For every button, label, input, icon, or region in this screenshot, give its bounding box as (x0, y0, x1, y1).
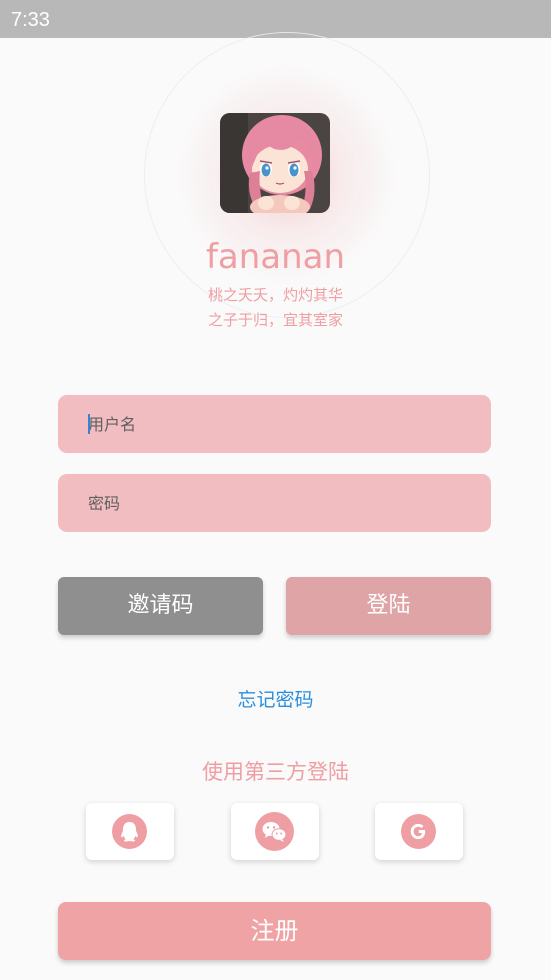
status-time: 7:33 (11, 9, 50, 31)
username-field[interactable] (58, 395, 491, 453)
password-input[interactable] (88, 474, 468, 532)
wechat-icon (255, 812, 294, 851)
login-button[interactable]: 登陆 (286, 577, 491, 635)
qq-login-button[interactable] (86, 803, 174, 860)
profile-tagline-line1: 桃之夭夭，灼灼其华 (207, 286, 343, 304)
password-field[interactable] (58, 474, 491, 532)
username-input[interactable] (88, 395, 468, 453)
third-party-login-title: 使用第三方登陆 (202, 760, 349, 784)
invite-code-button[interactable]: 邀请码 (58, 577, 263, 635)
anime-girl-avatar-icon (220, 113, 330, 213)
profile-username: fananan (205, 237, 346, 277)
profile-tagline-line2: 之子于归，宜其室家 (207, 311, 343, 329)
wechat-login-button[interactable] (231, 803, 319, 860)
google-login-button[interactable] (375, 803, 463, 860)
register-button[interactable]: 注册 (58, 902, 491, 960)
avatar[interactable] (220, 113, 330, 213)
forgot-password-link[interactable]: 忘记密码 (0, 686, 551, 714)
google-icon (401, 814, 436, 849)
text-caret (88, 414, 90, 434)
qq-icon (112, 814, 147, 849)
